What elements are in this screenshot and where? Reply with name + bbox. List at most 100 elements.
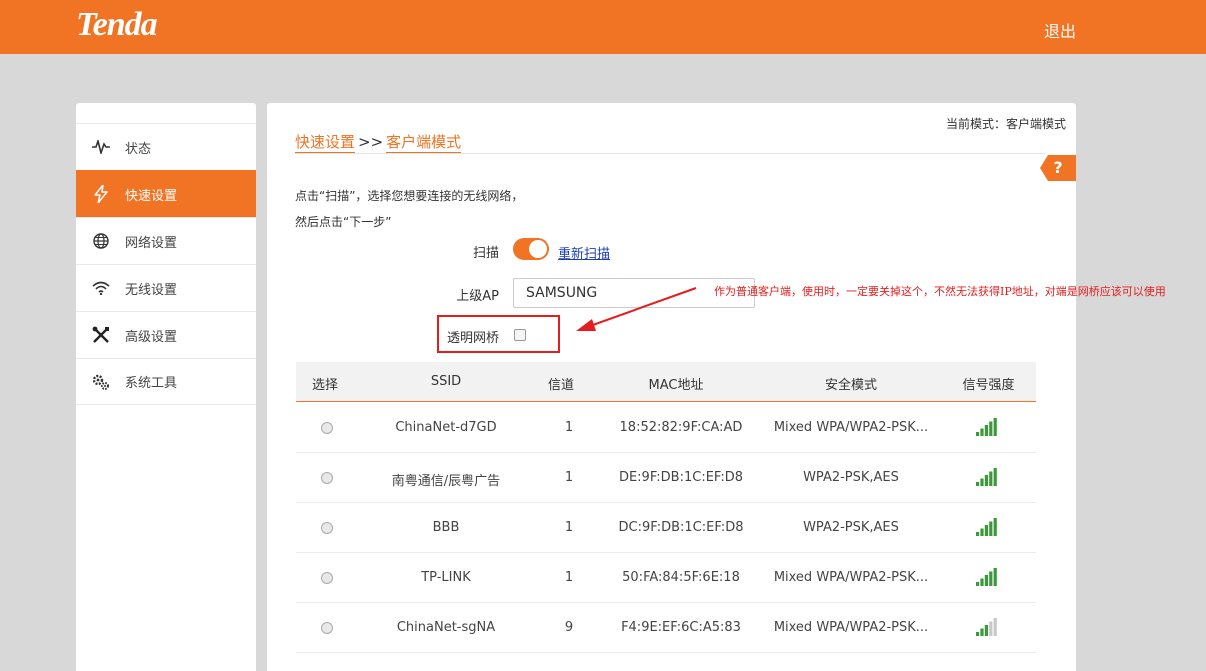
select-radio[interactable] bbox=[321, 622, 333, 634]
sidebar-item-label: 状态 bbox=[125, 141, 152, 157]
signal-bar bbox=[980, 428, 984, 436]
signal-bar bbox=[993, 568, 997, 586]
table-row[interactable]: 南粤通信/辰粤广告 1 DE:9F:DB:1C:EF:D8 WPA2-PSK,AES bbox=[296, 453, 1036, 503]
current-mode: 当前模式：客户端模式 bbox=[945, 117, 1066, 131]
transparent-bridge-checkbox[interactable] bbox=[514, 329, 526, 341]
signal-bar bbox=[980, 528, 984, 536]
main-panel: 当前模式：客户端模式 快速设置 >> 客户端模式 ? 点击“扫描”，选择您想要连接的… bbox=[267, 103, 1076, 671]
annotation-note: 作为普通客户端，使用时，一定要关掉这个，不然无法获得IP地址，对端是网桥应该可以… bbox=[714, 285, 1166, 298]
breadcrumb-quick-setup[interactable]: 快速设置 bbox=[295, 133, 356, 154]
signal-bar bbox=[980, 628, 984, 636]
rescan-link[interactable]: 重新扫描 bbox=[558, 243, 610, 262]
table-row[interactable]: TP-LINK 1 50:FA:84:5F:6E:18 Mixed WPA/WPA2-… bbox=[296, 553, 1036, 603]
instructions: 点击“扫描”，选择您想要连接的无线网络， 然后点击“下一步” bbox=[295, 183, 523, 235]
sidebar-item-label: 网络设置 bbox=[125, 235, 178, 251]
lightning-icon bbox=[92, 185, 110, 203]
table-row[interactable]: ChinaNet-d7GD 1 18:52:82:9F:CA:AD Mixed WPA… bbox=[296, 403, 1036, 453]
logout-button[interactable]: 退出 bbox=[1044, 18, 1076, 42]
tools-icon bbox=[92, 326, 110, 344]
signal-bar bbox=[993, 518, 997, 536]
cell-channel: 9 bbox=[564, 620, 574, 635]
signal-bar bbox=[984, 475, 988, 486]
cell-ssid: TP-LINK bbox=[421, 570, 471, 585]
help-button[interactable]: ? bbox=[1040, 155, 1076, 181]
signal-strength-icon bbox=[976, 618, 997, 636]
sidebar-item-wireless[interactable]: 无线设置 bbox=[76, 264, 256, 311]
cell-mac: 18:52:82:9F:CA:AD bbox=[619, 420, 743, 435]
tenda-logo: Tenda bbox=[76, 6, 158, 43]
select-radio[interactable] bbox=[321, 472, 333, 484]
sidebar-item-quick-setup[interactable]: 快速设置 bbox=[76, 170, 256, 217]
col-ssid: SSID bbox=[430, 374, 462, 389]
sidebar-item-label: 无线设置 bbox=[125, 282, 178, 298]
cell-ssid: 南粤通信/辰粤广告 bbox=[391, 474, 501, 489]
cell-channel: 1 bbox=[564, 470, 574, 485]
signal-bar bbox=[980, 478, 984, 486]
signal-bar bbox=[989, 521, 993, 536]
select-radio[interactable] bbox=[321, 572, 333, 584]
signal-strength-icon bbox=[976, 518, 997, 536]
signal-strength-icon bbox=[976, 468, 997, 486]
gears-icon bbox=[92, 373, 110, 391]
table-header: 选择 SSID 信道 MAC地址 安全模式 信号强度 bbox=[296, 362, 1036, 402]
cell-mac: F4:9E:EF:6C:A5:83 bbox=[621, 620, 741, 635]
signal-bar bbox=[976, 482, 980, 486]
signal-bar bbox=[989, 621, 993, 636]
instruction-line-1: 点击“扫描”，选择您想要连接的无线网络， bbox=[295, 189, 524, 203]
table-row[interactable]: BBB 1 DC:9F:DB:1C:EF:D8 WPA2-PSK,AES bbox=[296, 503, 1036, 553]
cell-security: WPA2-PSK,AES bbox=[803, 520, 899, 535]
signal-bar bbox=[989, 471, 993, 486]
sidebar-item-label: 快速设置 bbox=[125, 188, 178, 204]
sidebar-item-status[interactable]: 状态 bbox=[76, 123, 256, 170]
col-mac: MAC地址 bbox=[648, 378, 704, 393]
signal-bar bbox=[976, 582, 980, 586]
sidebar-item-network[interactable]: 网络设置 bbox=[76, 217, 256, 264]
col-select: 选择 bbox=[311, 378, 338, 393]
signal-bar bbox=[993, 418, 997, 436]
signal-bar bbox=[976, 632, 980, 636]
col-channel: 信道 bbox=[547, 378, 574, 393]
toggle-knob bbox=[529, 240, 547, 258]
signal-bar bbox=[989, 571, 993, 586]
cell-channel: 1 bbox=[564, 420, 574, 435]
scan-toggle[interactable] bbox=[513, 238, 549, 260]
signal-strength-icon bbox=[976, 418, 997, 436]
cell-ssid: ChinaNet-d7GD bbox=[395, 420, 497, 435]
cell-security: Mixed WPA/WPA2-PSK... bbox=[773, 420, 929, 435]
signal-bar bbox=[976, 532, 980, 536]
signal-strength-icon bbox=[976, 568, 997, 586]
table-row[interactable]: ChinaNet-sgNA 9 F4:9E:EF:6C:A5:83 Mixed WPA… bbox=[296, 603, 1036, 653]
cell-ssid: ChinaNet-sgNA bbox=[396, 620, 496, 635]
signal-bar bbox=[984, 425, 988, 436]
cell-mac: DE:9F:DB:1C:EF:D8 bbox=[618, 470, 744, 485]
pulse-icon bbox=[92, 138, 110, 156]
col-security: 安全模式 bbox=[824, 378, 877, 393]
cell-security: Mixed WPA/WPA2-PSK... bbox=[773, 620, 929, 635]
cell-mac: 50:FA:84:5F:6E:18 bbox=[622, 570, 740, 585]
sidebar-item-system-tools[interactable]: 系统工具 bbox=[76, 358, 256, 405]
signal-bar bbox=[993, 618, 997, 636]
wifi-icon bbox=[92, 279, 110, 297]
signal-bar bbox=[976, 432, 980, 436]
col-signal: 信号强度 bbox=[962, 378, 1015, 393]
ap-label: 上级AP bbox=[456, 289, 499, 304]
cell-channel: 1 bbox=[564, 570, 574, 585]
sidebar-item-label: 系统工具 bbox=[125, 376, 178, 391]
sidebar-item-label: 高级设置 bbox=[125, 329, 178, 345]
select-radio[interactable] bbox=[321, 522, 333, 534]
breadcrumb: 快速设置 >> 客户端模式 bbox=[295, 131, 462, 154]
cell-security: Mixed WPA/WPA2-PSK... bbox=[773, 570, 929, 585]
signal-bar bbox=[993, 468, 997, 486]
signal-bar bbox=[984, 575, 988, 586]
signal-bar bbox=[980, 578, 984, 586]
sidebar: 状态 快速设置 网络设置 无线设置 高级设置 系统工具 bbox=[76, 103, 256, 671]
globe-icon bbox=[92, 232, 110, 250]
signal-bar bbox=[984, 625, 988, 636]
select-radio[interactable] bbox=[321, 422, 333, 434]
sidebar-item-advanced[interactable]: 高级设置 bbox=[76, 311, 256, 358]
signal-bar bbox=[989, 421, 993, 436]
top-bar: Tenda 退出 bbox=[0, 0, 1206, 54]
divider bbox=[295, 153, 1045, 154]
cell-ssid: BBB bbox=[432, 520, 460, 535]
transparent-bridge-label: 透明网桥 bbox=[446, 331, 499, 346]
